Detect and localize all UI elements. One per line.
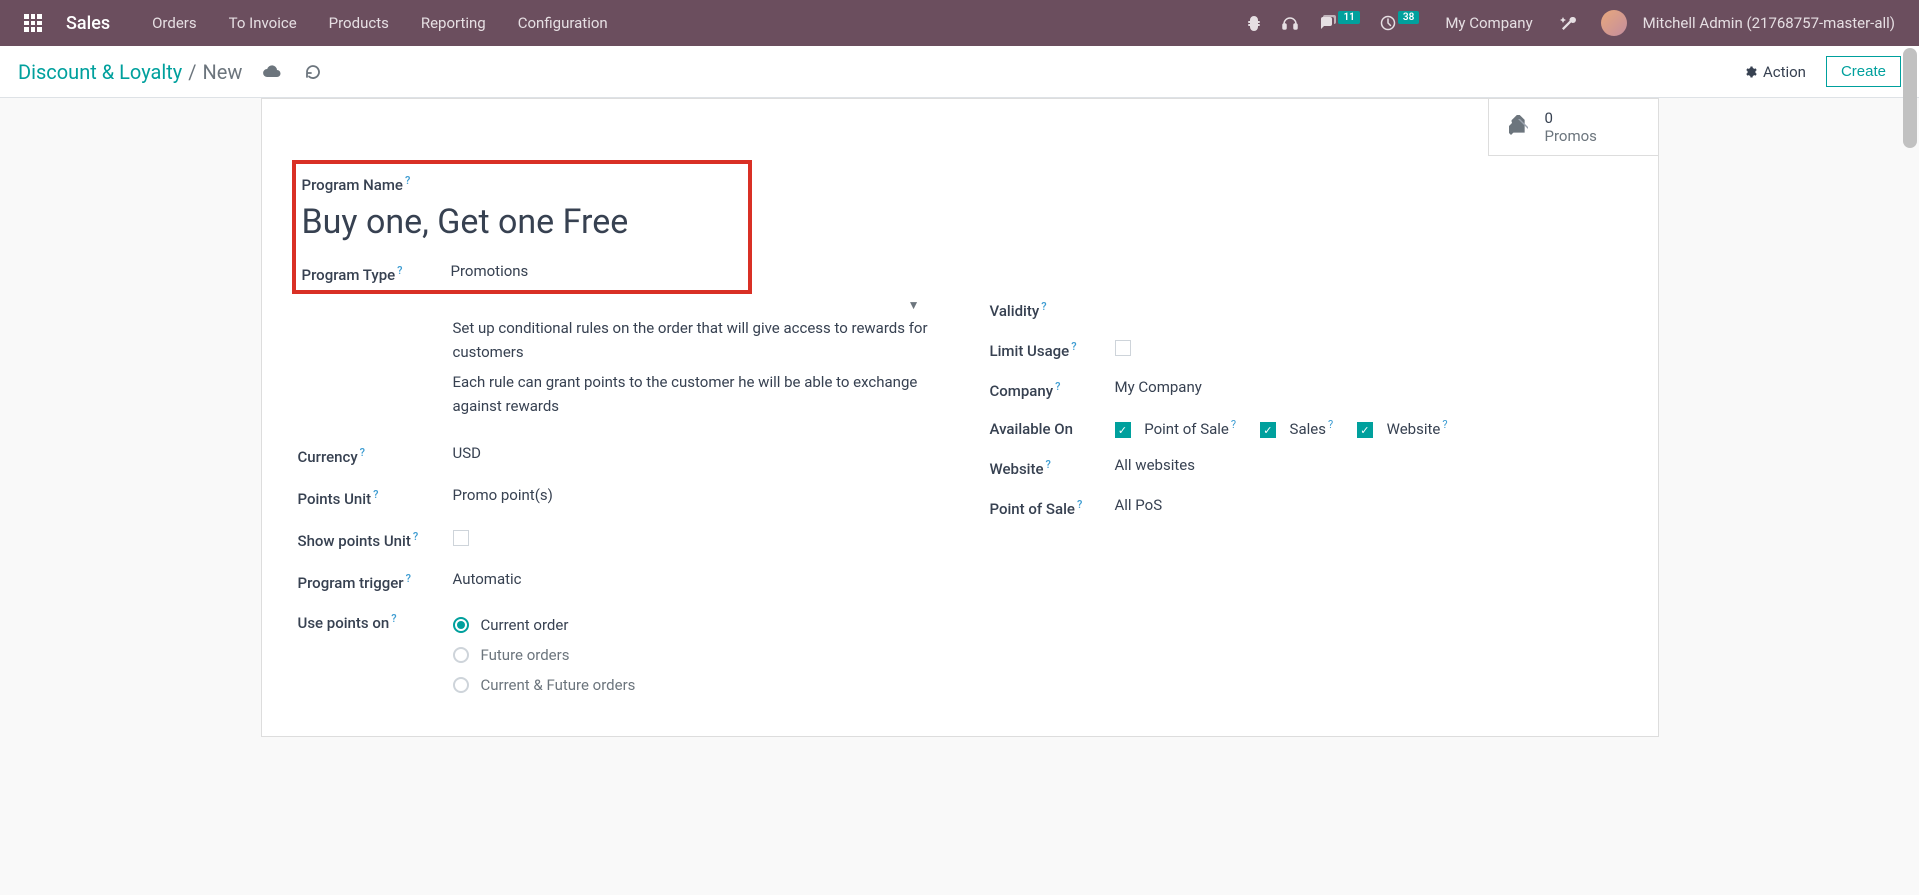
show-points-checkbox[interactable] [453, 530, 469, 546]
use-points-radio-current[interactable]: Current order [453, 610, 930, 640]
available-pos-checkbox[interactable]: ✓ [1115, 422, 1131, 438]
gear-icon [1743, 65, 1757, 79]
messages-badge: 11 [1338, 11, 1359, 24]
highlight-annotation: Program Name? Buy one, Get one Free Prog… [292, 160, 752, 294]
program-name-label: Program Name? [296, 174, 748, 194]
pos-label: Point of Sale? [990, 496, 1115, 518]
app-brand[interactable]: Sales [66, 13, 110, 34]
points-unit-label: Points Unit? [298, 486, 453, 508]
pos-select[interactable]: All PoS [1115, 496, 1622, 514]
promos-label: Promos [1545, 127, 1597, 145]
points-unit-input[interactable]: Promo point(s) [453, 486, 930, 504]
available-website-checkbox[interactable]: ✓ [1357, 422, 1373, 438]
use-points-radio-future[interactable]: Future orders [453, 640, 930, 670]
avatar [1601, 10, 1627, 36]
available-sales-checkbox[interactable]: ✓ [1260, 422, 1276, 438]
show-points-label: Show points Unit? [298, 528, 453, 550]
program-type-label: Program Type? [302, 262, 451, 284]
company-switcher[interactable]: My Company [1429, 14, 1548, 32]
control-panel: Discount & Loyalty / New Action Create [0, 46, 1919, 98]
trigger-label: Program trigger? [298, 570, 453, 592]
validity-label: Validity? [990, 298, 1115, 320]
website-label: Website? [990, 456, 1115, 478]
available-on-label: Available On [990, 418, 1115, 438]
apps-menu-icon[interactable] [14, 14, 52, 32]
currency-select[interactable]: USD [453, 444, 930, 462]
trigger-select[interactable]: Automatic [453, 570, 930, 588]
activities-icon[interactable]: 38 [1370, 15, 1429, 31]
promos-count: 0 [1545, 109, 1597, 127]
promos-stat-button[interactable]: 0 Promos [1488, 99, 1658, 156]
save-cloud-icon[interactable] [262, 64, 282, 80]
use-points-radio-both[interactable]: Current & Future orders [453, 670, 930, 700]
breadcrumb: Discount & Loyalty / New [18, 60, 322, 84]
nav-reporting[interactable]: Reporting [405, 14, 502, 32]
chevron-down-icon: ▼ [908, 298, 920, 312]
program-type-select[interactable]: Promotions [451, 262, 742, 280]
limit-usage-label: Limit Usage? [990, 338, 1115, 360]
program-name-input[interactable]: Buy one, Get one Free [296, 194, 748, 256]
currency-label: Currency? [298, 444, 453, 466]
main-area: 0 Promos Program Name? Buy one, Get one … [0, 98, 1919, 890]
program-type-help: Set up conditional rules on the order th… [453, 316, 930, 418]
breadcrumb-root[interactable]: Discount & Loyalty [18, 60, 182, 84]
user-menu[interactable]: Mitchell Admin (21768757-master-all) [1587, 10, 1905, 36]
form-sheet: 0 Promos Program Name? Buy one, Get one … [261, 98, 1659, 737]
tools-icon[interactable] [1549, 14, 1587, 32]
user-name-label: Mitchell Admin (21768757-master-all) [1643, 14, 1895, 32]
discard-icon[interactable] [304, 63, 322, 81]
company-select[interactable]: My Company [1115, 378, 1622, 396]
nav-to-invoice[interactable]: To Invoice [213, 14, 313, 32]
use-points-label: Use points on? [298, 610, 453, 632]
activities-badge: 38 [1398, 11, 1419, 24]
support-icon[interactable] [1272, 15, 1308, 31]
program-type-select-caret[interactable]: ▼ [453, 298, 930, 312]
nav-orders[interactable]: Orders [136, 14, 213, 32]
nav-configuration[interactable]: Configuration [502, 14, 624, 32]
website-select[interactable]: All websites [1115, 456, 1622, 474]
action-dropdown[interactable]: Action [1735, 59, 1814, 85]
debug-icon[interactable] [1236, 15, 1272, 31]
create-button[interactable]: Create [1826, 56, 1901, 87]
nav-products[interactable]: Products [313, 14, 405, 32]
limit-usage-checkbox[interactable] [1115, 340, 1131, 356]
company-label: Company? [990, 378, 1115, 400]
messages-icon[interactable]: 11 [1308, 15, 1369, 31]
tag-icon [1507, 115, 1531, 139]
scrollbar[interactable] [1903, 48, 1917, 148]
breadcrumb-current: New [203, 60, 243, 84]
main-navbar: Sales Orders To Invoice Products Reporti… [0, 0, 1919, 46]
